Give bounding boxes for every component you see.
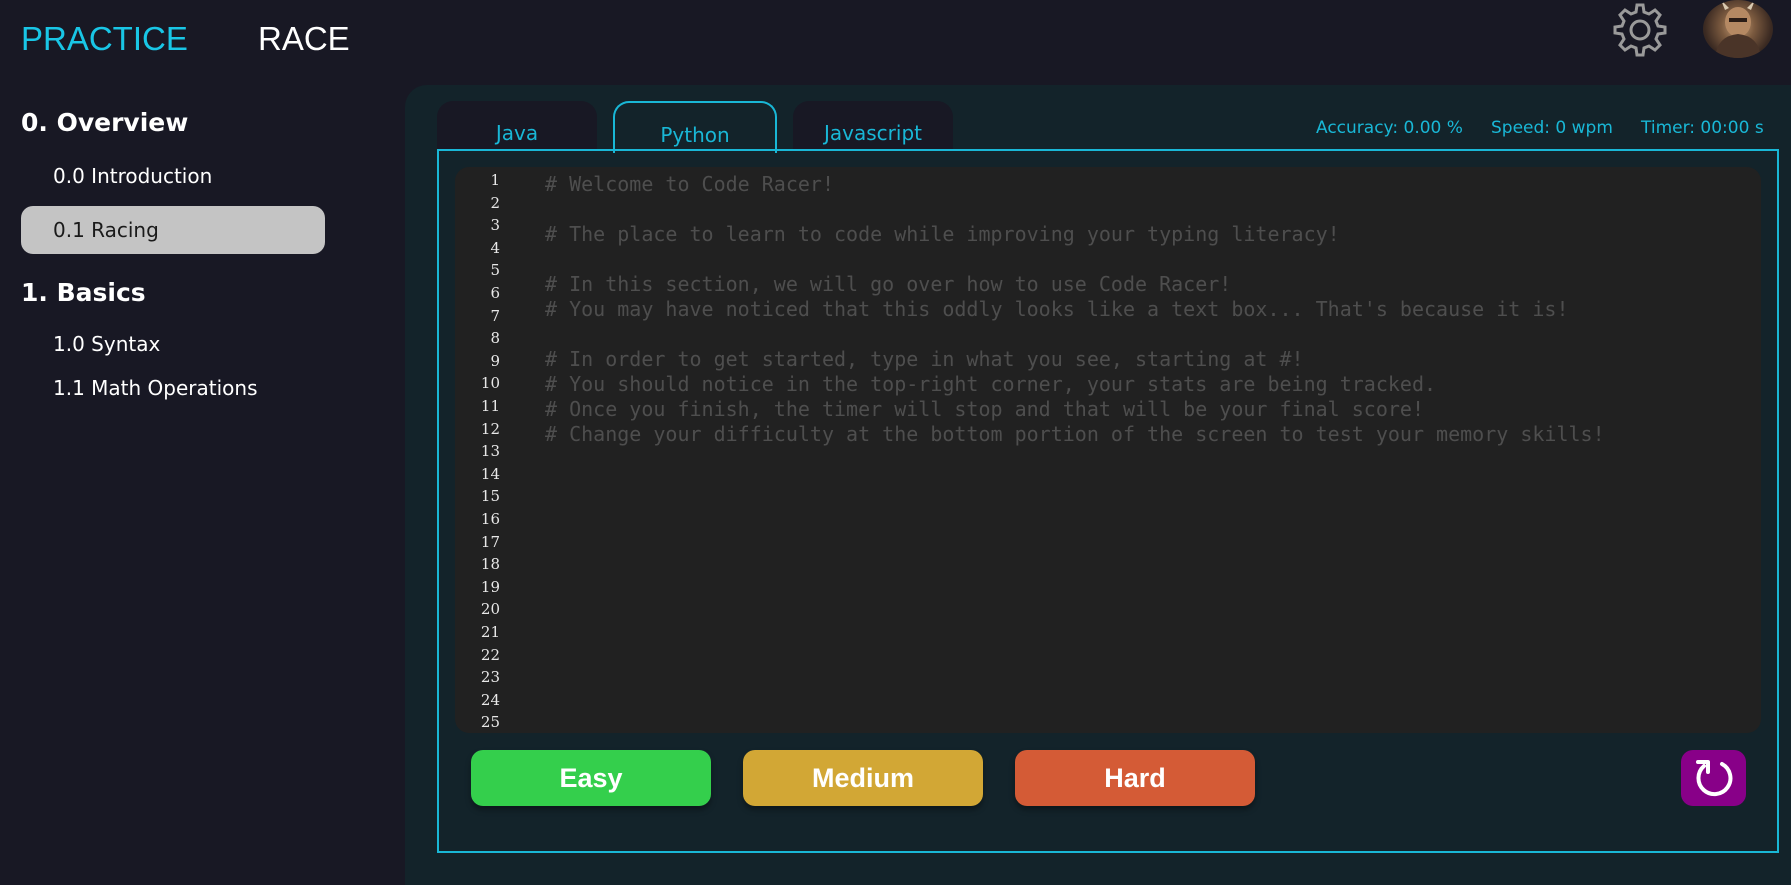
timer-stat: Timer: 00:00 s [1641, 118, 1764, 138]
sidebar-item-introduction[interactable]: 0.0 Introduction [21, 152, 325, 200]
line-number: 20 [480, 600, 500, 619]
line-number: 17 [480, 532, 500, 551]
reset-icon [1695, 760, 1732, 797]
line-number: 3 [490, 216, 500, 235]
tab-javascript[interactable]: Javascript [793, 101, 953, 151]
line-number: 14 [480, 464, 500, 483]
line-number: 6 [490, 284, 500, 302]
line-number: 12 [480, 419, 500, 438]
code-line: # You may have noticed that this oddly l… [545, 297, 1569, 321]
line-number: 19 [480, 577, 500, 596]
section-title-overview: 0. Overview [21, 108, 189, 137]
line-number: 11 [480, 397, 500, 415]
code-line: # The place to learn to code while impro… [545, 222, 1340, 246]
gear-icon[interactable] [1610, 0, 1670, 60]
reset-button[interactable] [1681, 750, 1746, 806]
code-line: # In order to get started, type in what … [545, 347, 1304, 371]
line-number: 21 [480, 623, 500, 641]
code-line: # Once you finish, the timer will stop a… [545, 397, 1424, 421]
hard-button[interactable]: Hard [1015, 750, 1255, 806]
line-number: 23 [480, 668, 500, 687]
section-title-basics: 1. Basics [21, 278, 146, 307]
avatar[interactable] [1703, 0, 1773, 58]
line-number: 2 [490, 193, 500, 212]
top-nav: PRACTICE RACE [0, 0, 1791, 80]
line-number: 4 [490, 238, 500, 257]
line-number: 25 [480, 713, 500, 732]
nav-practice-link[interactable]: PRACTICE [21, 20, 188, 58]
code-line: # You should notice in the top-right cor… [545, 372, 1437, 396]
code-line: # Welcome to Code Racer! [545, 172, 834, 196]
line-number: 15 [480, 487, 500, 506]
line-number: 9 [490, 351, 500, 370]
line-number: 10 [480, 374, 500, 393]
code-editor[interactable]: 1 2 3 4 5 6 7 8 9 10 11 12 13 14 15 16 17 18 19 20 21 22 23 24 2… [455, 167, 1761, 733]
line-number: 5 [490, 261, 500, 280]
line-number: 8 [490, 329, 500, 348]
nav-race-link[interactable]: RACE [258, 20, 350, 58]
accuracy-stat: Accuracy: 0.00 % [1316, 118, 1463, 138]
sidebar-item-racing[interactable]: 0.1 Racing [21, 206, 325, 254]
sidebar-item-math-operations[interactable]: 1.1 Math Operations [21, 364, 325, 412]
line-number: 7 [490, 306, 500, 325]
line-number: 24 [480, 690, 500, 709]
code-line: # In this section, we will go over how t… [545, 272, 1232, 296]
line-number: 22 [480, 645, 500, 664]
sidebar-item-syntax[interactable]: 1.0 Syntax [21, 320, 325, 368]
easy-button[interactable]: Easy [471, 750, 711, 806]
medium-button[interactable]: Medium [743, 750, 983, 806]
code-line: # Change your difficulty at the bottom p… [545, 422, 1605, 446]
line-number: 1 [490, 171, 500, 189]
tab-python[interactable]: Python [613, 101, 777, 153]
line-number: 16 [480, 510, 500, 528]
tab-java[interactable]: Java [437, 101, 597, 151]
line-number: 18 [480, 555, 500, 574]
line-number: 13 [480, 442, 500, 461]
speed-stat: Speed: 0 wpm [1491, 118, 1613, 138]
